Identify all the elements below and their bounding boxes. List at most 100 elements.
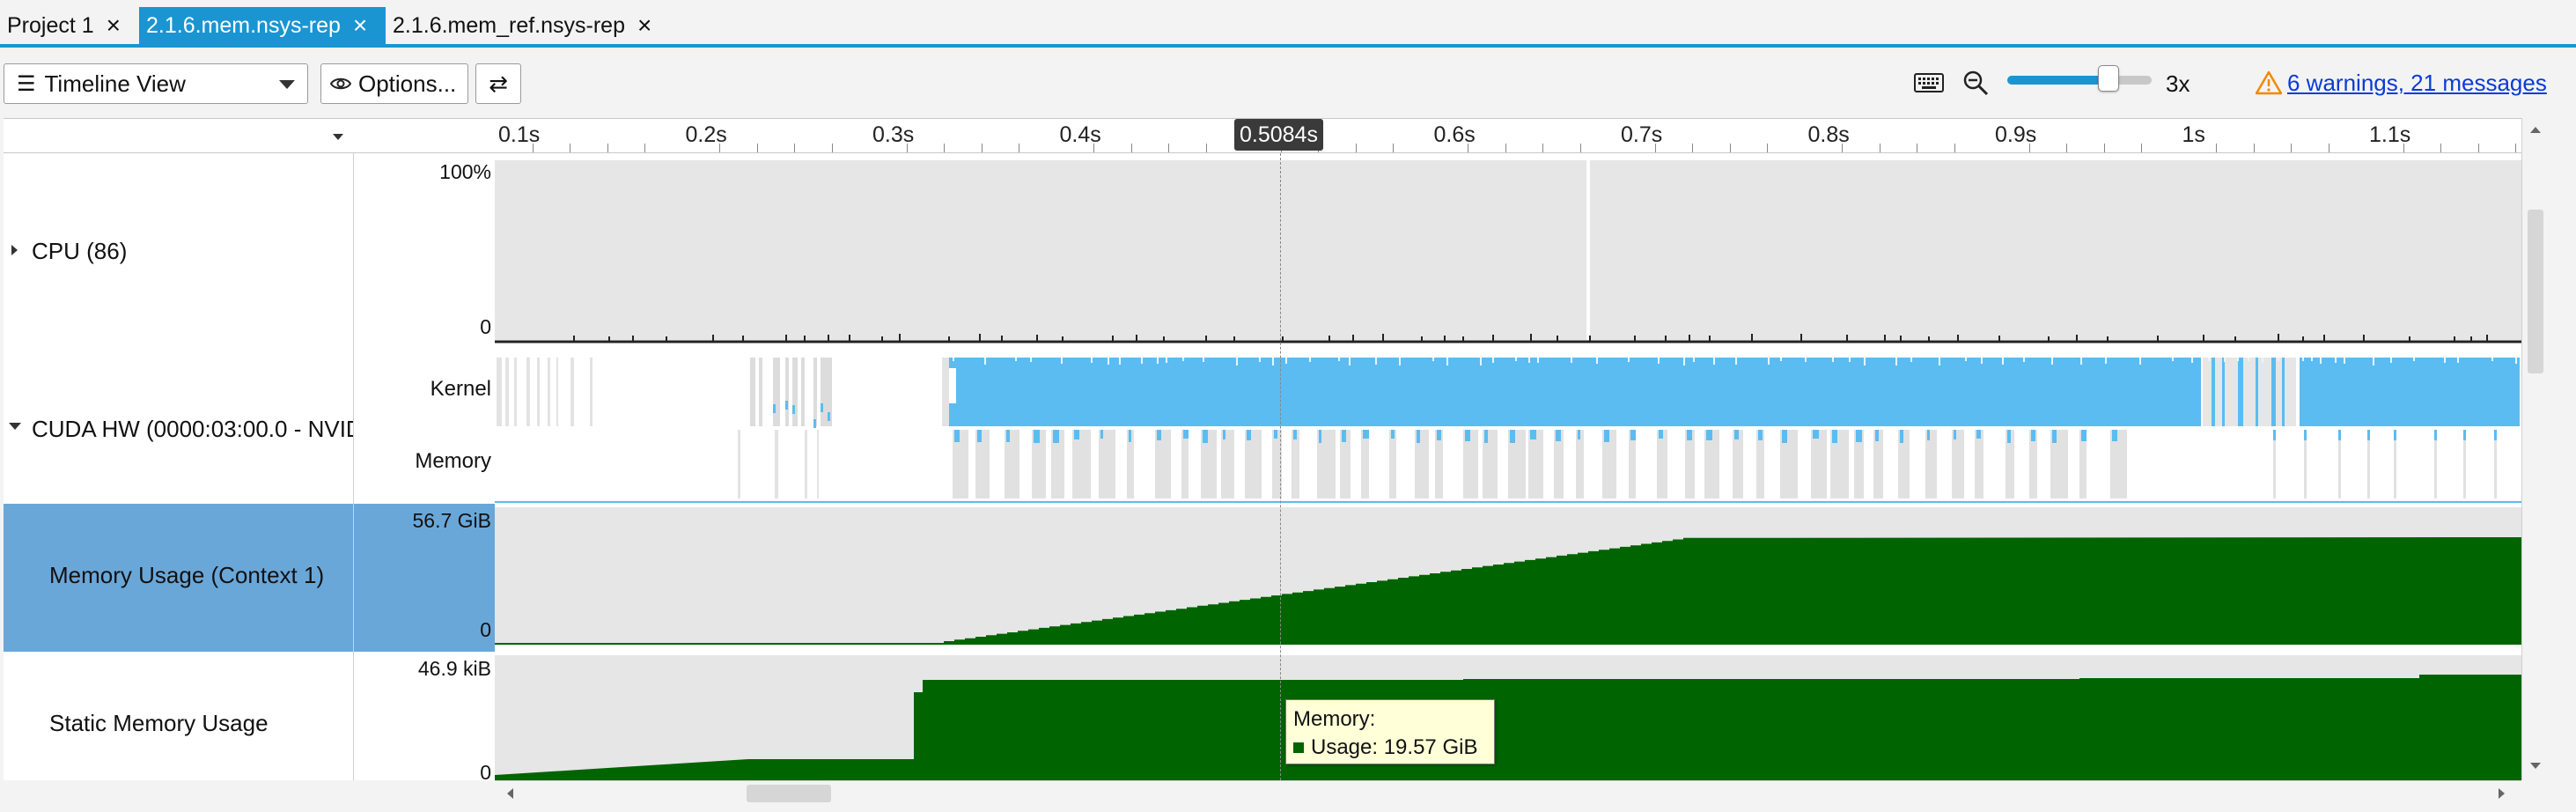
memory-transfer-active (2081, 430, 2087, 441)
memory-transfer-active (1465, 430, 1470, 441)
memory-transfer-active (1183, 430, 1189, 439)
memory-transfer-active (1954, 430, 1956, 439)
ruler-scale-header (354, 118, 495, 153)
cuda-plot[interactable] (495, 351, 2521, 504)
options-button[interactable]: Options... (320, 63, 468, 104)
tooltip-title: Memory: (1293, 707, 1376, 731)
memory-idle (775, 430, 778, 498)
static-memory-plot[interactable] (495, 652, 2521, 780)
kernel-gap (2023, 358, 2025, 362)
kernel-gap (2191, 358, 2193, 363)
scroll-left-icon[interactable] (507, 788, 513, 799)
scroll-up-icon[interactable] (2530, 127, 2541, 133)
memory-transfer-active (1342, 430, 1346, 442)
memory-idle (738, 430, 740, 498)
warning-icon (2256, 70, 2282, 95)
kernel-gap (1537, 358, 1539, 363)
ruler-minor-tick (1692, 144, 1693, 152)
memory-usage-plot[interactable] (495, 504, 2521, 652)
kernel-gap (1693, 358, 1695, 362)
kernel-gap (949, 368, 956, 403)
kernel-gap (1832, 358, 1834, 362)
row-memory-usage[interactable]: Memory Usage (Context 1) (4, 504, 354, 652)
kernel-gap (1108, 358, 1109, 365)
scrollbar-thumb[interactable] (2528, 210, 2543, 373)
swap-button[interactable]: ⇄ (475, 63, 521, 104)
kernel-gap (1628, 358, 1630, 362)
kernel-event (2222, 358, 2225, 426)
row-static-memory[interactable]: Static Memory Usage (4, 652, 354, 780)
collapse-arrow-icon[interactable] (9, 423, 21, 430)
ruler-tick-label: 0.8s (1807, 122, 1850, 147)
kernel-idle (773, 358, 780, 426)
messages-link[interactable]: 6 warnings, 21 messages (2287, 70, 2547, 97)
ruler-minor-tick (944, 144, 945, 152)
kernel-gap (2105, 358, 2107, 364)
ruler-minor-tick (607, 144, 608, 152)
kernel-gap (2080, 358, 2082, 365)
ruler-minor-tick (794, 144, 795, 152)
close-icon[interactable]: × (637, 13, 651, 38)
kernel-gap (1030, 358, 1032, 362)
row-cuda-hw[interactable]: CUDA HW (0000:03:00.0 - NVIDIA (4, 351, 354, 504)
memory-transfer-active (1927, 430, 1930, 440)
cpu-scale: 100% 0 (354, 153, 495, 351)
kernel-gap (2515, 358, 2517, 364)
zoom-slider-handle[interactable] (2097, 65, 2119, 92)
kernel-event (821, 403, 823, 412)
zoom-out-icon[interactable] (1961, 69, 1990, 97)
kernel-gap (1349, 358, 1351, 365)
kernel-gap (1492, 358, 1494, 363)
row-cpu[interactable]: CPU (86) (4, 153, 354, 351)
kernel-gap (1480, 358, 1482, 365)
kernel-event (2238, 358, 2243, 426)
close-icon[interactable]: × (353, 13, 367, 38)
memory-transfer-active (1319, 430, 1321, 443)
keyboard-icon[interactable] (1914, 72, 1944, 93)
kernel-gap (1015, 358, 1017, 361)
view-dropdown-label: Timeline View (44, 70, 186, 97)
tab-mem-ref-nsys-rep[interactable]: 2.1.6.mem_ref.nsys-rep × (386, 7, 667, 44)
memory-transfer-active (1510, 430, 1515, 443)
cpu-plot[interactable] (495, 153, 2521, 351)
kernel-gap (2335, 358, 2337, 363)
kernel-gap (2278, 358, 2279, 361)
ruler-minor-tick (756, 144, 758, 152)
memory-transfer-active (1856, 430, 1862, 442)
view-dropdown[interactable]: ☰ Timeline View (4, 63, 308, 104)
zoom-slider[interactable] (2007, 65, 2152, 92)
time-ruler[interactable]: 0.1s0.2s0.3s0.4s0.5s0.6s0.7s0.8s0.9s1s1.… (495, 118, 2521, 153)
ruler-tick-label: 0.4s (1059, 122, 1101, 147)
row-label: CPU (86) (32, 238, 128, 264)
memory-transfer-active (1687, 430, 1692, 440)
tab-project-1[interactable]: Project 1 × (0, 7, 137, 44)
kernel-event (2282, 358, 2285, 426)
memory-transfer (1925, 430, 1937, 498)
kernel-gap (1061, 358, 1063, 364)
row-filter-header[interactable] (4, 118, 354, 153)
memory-transfer-active (1976, 430, 1981, 439)
kernel-gap (2051, 358, 2053, 365)
memory-transfer-active (2031, 430, 2035, 441)
ruler-minor-tick (981, 144, 983, 152)
expand-arrow-icon[interactable] (11, 245, 18, 255)
kernel-gap (1683, 358, 1685, 365)
kernel-gap (1157, 358, 1159, 364)
horizontal-scrollbar[interactable] (495, 780, 2521, 805)
close-icon[interactable]: × (107, 13, 121, 38)
memory-transfer-active (1813, 430, 1819, 439)
row-label: Memory Usage (Context 1) (49, 562, 325, 588)
memory-transfer-active (954, 430, 960, 442)
kernel-gap (1965, 358, 1967, 361)
scroll-right-icon[interactable] (2499, 788, 2505, 799)
kernel-gap (2413, 358, 2415, 361)
vertical-scrollbar[interactable] (2521, 118, 2548, 780)
scrollbar-thumb[interactable] (747, 785, 831, 802)
tooltip-entry: Usage: 19.57 GiB (1311, 735, 1478, 759)
kernel-gap (2444, 358, 2446, 363)
kernel-gap (1399, 358, 1401, 365)
tab-mem-nsys-rep[interactable]: 2.1.6.mem.nsys-rep × (139, 7, 386, 44)
zoom-slider-fill (2007, 76, 2109, 85)
ruler-tick-label: 0.9s (1995, 122, 2037, 147)
scroll-down-icon[interactable] (2530, 763, 2541, 769)
